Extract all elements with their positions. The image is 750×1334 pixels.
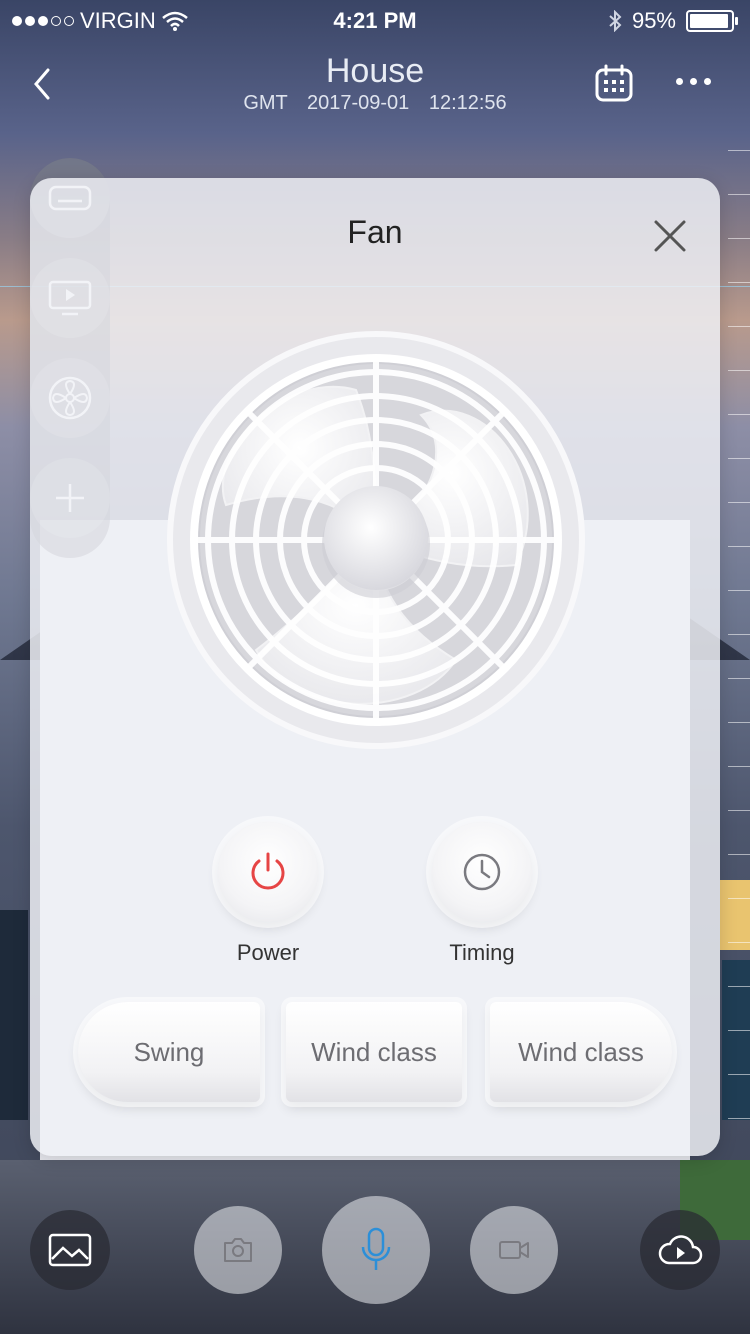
timeline-tick <box>728 414 750 415</box>
power-button[interactable] <box>218 822 318 922</box>
timeline-tick <box>728 854 750 855</box>
timeline-tick <box>728 634 750 635</box>
bluetooth-icon <box>609 10 622 32</box>
wind-class-button-2[interactable]: Wind class <box>490 1002 672 1102</box>
battery-icon <box>686 10 738 32</box>
gallery-button[interactable] <box>30 1210 110 1290</box>
fan-control-panel: Fan Power Timing Swing Wind class Wind c… <box>30 178 720 1156</box>
timeline-tick <box>728 942 750 943</box>
page-title: House <box>325 52 425 90</box>
panel-title: Fan <box>347 214 403 250</box>
more-icon[interactable] <box>676 78 711 85</box>
microphone-icon <box>361 1227 391 1270</box>
timeline-tick <box>728 1118 750 1119</box>
timeline-tick <box>728 150 750 151</box>
close-icon[interactable] <box>652 218 688 254</box>
timing-button[interactable] <box>432 822 532 922</box>
battery-percent: 95% <box>631 8 676 33</box>
timeline-tick <box>728 194 750 195</box>
swing-button[interactable]: Swing <box>78 1002 260 1102</box>
timeline-tick <box>728 370 750 371</box>
clock-icon <box>463 853 501 891</box>
timeline-tick <box>728 986 750 987</box>
timing-label: Timing <box>449 940 515 965</box>
timeline-tick <box>728 810 750 811</box>
power-label: Power <box>236 940 300 965</box>
timeline-tick <box>728 282 750 283</box>
timeline-tick <box>728 678 750 679</box>
timeline-tick <box>728 1074 750 1075</box>
image-icon <box>48 1233 92 1267</box>
video-icon <box>499 1241 529 1259</box>
camera-icon <box>224 1238 252 1262</box>
timeline-tick <box>728 238 750 239</box>
fan-illustration <box>167 331 585 749</box>
record-button[interactable] <box>470 1206 558 1294</box>
power-icon <box>251 852 285 890</box>
cloud-play-icon <box>658 1235 703 1265</box>
nav-bar: House GMT 2017-09-01 12:12:56 <box>0 48 750 128</box>
talk-button[interactable] <box>322 1196 430 1304</box>
timeline-tick <box>728 502 750 503</box>
timeline-tick <box>728 766 750 767</box>
house-window <box>0 910 28 1120</box>
timeline-tick <box>728 326 750 327</box>
snapshot-button[interactable] <box>194 1206 282 1294</box>
cloud-playback-button[interactable] <box>640 1210 720 1290</box>
timeline-tick <box>728 1030 750 1031</box>
playback-timestamp: GMT 2017-09-01 12:12:56 <box>243 92 507 114</box>
calendar-icon[interactable] <box>594 64 634 104</box>
timeline-tick <box>728 722 750 723</box>
timeline-tick <box>728 546 750 547</box>
status-bar: VIRGIN 4:21 PM 95% <box>0 0 750 40</box>
wind-class-button[interactable]: Wind class <box>286 1002 462 1102</box>
timeline-tick <box>728 898 750 899</box>
timeline-tick <box>728 458 750 459</box>
timeline-tick <box>728 590 750 591</box>
